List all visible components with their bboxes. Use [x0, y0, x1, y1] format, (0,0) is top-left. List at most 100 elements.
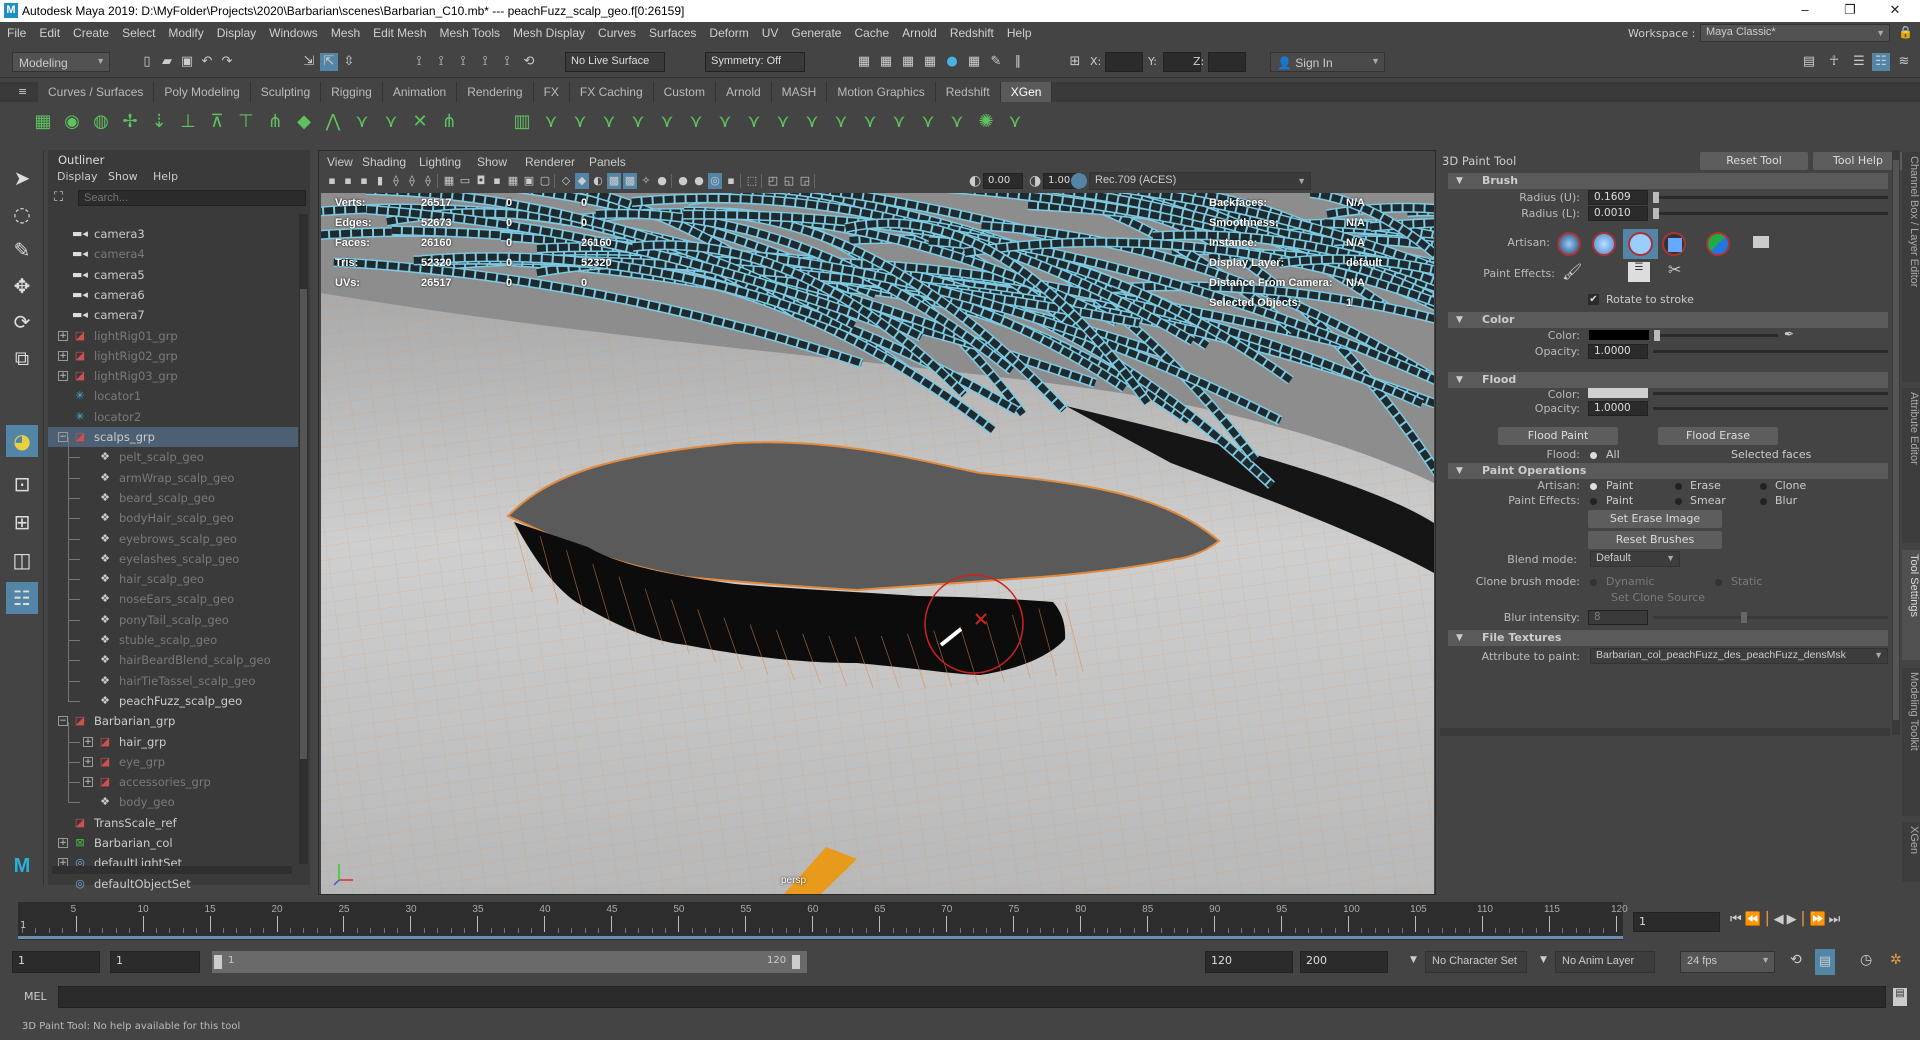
viewport-toolbar-icon[interactable]: ◐: [591, 173, 605, 189]
x-field[interactable]: [1105, 52, 1143, 72]
xgen-shelf-tool-icon[interactable]: ⋎: [378, 109, 404, 135]
viewport-menu-view[interactable]: View: [327, 155, 353, 169]
channel-box-icon[interactable]: ≋: [1895, 53, 1913, 71]
outliner-search-input[interactable]: [78, 190, 306, 206]
two-view-layout-icon[interactable]: ◫: [6, 544, 38, 576]
xgen-shelf-tool-icon[interactable]: ⋔: [262, 109, 288, 135]
menu-uv[interactable]: UV: [755, 22, 785, 40]
expand-icon[interactable]: +: [83, 736, 93, 747]
xgen-shelf-tool-icon[interactable]: ▥: [509, 109, 535, 135]
scrollbar-thumb[interactable]: [300, 289, 307, 759]
xgen-shelf-tool-icon[interactable]: ⋀: [320, 109, 346, 135]
folder-icon[interactable]: [1753, 236, 1769, 248]
outliner-item[interactable]: + ◪ accessories_grp: [48, 762, 298, 792]
lock-icon[interactable]: 🔒: [1898, 25, 1913, 39]
viewport-toolbar-icon[interactable]: ◲: [798, 173, 812, 189]
menu-edit-mesh[interactable]: Edit Mesh: [366, 22, 432, 40]
xgen-shelf-tool-icon[interactable]: ⋎: [683, 109, 709, 135]
menu-display[interactable]: Display: [210, 22, 262, 40]
pause-viewport-icon[interactable]: ∥: [1009, 53, 1027, 71]
viewport-toolbar-icon[interactable]: ▦: [442, 173, 456, 189]
transform-constraints-icon[interactable]: ⊞: [1066, 53, 1084, 71]
scrollbar-thumb[interactable]: [1893, 160, 1899, 720]
radius-l-field[interactable]: 0.0010: [1588, 206, 1648, 221]
viewport-toolbar-icon[interactable]: ▭: [458, 173, 472, 189]
xgen-shelf-tool-icon[interactable]: ⋎: [741, 109, 767, 135]
flood-opacity-field[interactable]: 1.0000: [1588, 401, 1648, 416]
flood-selected-faces-label[interactable]: Selected faces: [1731, 448, 1811, 461]
outliner-item[interactable]: ◪ TransScale_ref: [48, 813, 298, 833]
menuset-dropdown[interactable]: Modeling ▼: [12, 52, 110, 72]
range-end-handle[interactable]: [792, 955, 800, 969]
side-tab-tool-settings[interactable]: Tool Settings: [1902, 550, 1920, 660]
collapse-icon[interactable]: −: [58, 716, 68, 727]
opacity-slider[interactable]: [1653, 350, 1888, 353]
viewport-menu-panels[interactable]: Panels: [589, 155, 626, 169]
menu-surfaces[interactable]: Surfaces: [642, 22, 702, 40]
single-view-layout-icon[interactable]: ⊡: [6, 468, 38, 500]
viewport-toolbar-icon[interactable]: ▪: [325, 173, 339, 189]
range-slider[interactable]: 1 120: [212, 951, 807, 973]
opacity-field[interactable]: 1.0000: [1588, 344, 1648, 359]
side-tab-xgen[interactable]: XGen: [1902, 822, 1920, 882]
menu-cache[interactable]: Cache: [847, 22, 895, 40]
outliner-item[interactable]: ❖ peachFuzz_scalp_geo: [48, 680, 298, 711]
attribute-to-paint-dropdown[interactable]: Barbarian_col_peachFuzz_des_peachFuzz_de…: [1590, 648, 1888, 664]
radius-u-slider[interactable]: [1653, 196, 1888, 199]
outliner-scrollbar[interactable]: [299, 214, 308, 864]
viewport-toolbar-icon[interactable]: ◇: [559, 173, 573, 189]
script-editor-icon[interactable]: ▤: [1893, 988, 1907, 1006]
artisan-erase-radio[interactable]: [1675, 483, 1682, 490]
color-management-icon[interactable]: [1071, 173, 1087, 189]
outliner-item[interactable]: ❖ eyelashes_scalp_geo: [48, 538, 298, 569]
viewport-toolbar-icon[interactable]: ▪: [357, 173, 371, 189]
outliner-h-scrollbar[interactable]: [52, 866, 292, 874]
paint-color-slider[interactable]: [1653, 334, 1778, 337]
flood-erase-button[interactable]: Flood Erase: [1658, 427, 1778, 445]
paint-select-tool-icon[interactable]: ✎: [6, 234, 38, 266]
xgen-shelf-tool-icon[interactable]: ⋎: [828, 109, 854, 135]
gamma-icon[interactable]: ◑: [1029, 173, 1041, 189]
menu-windows[interactable]: Windows: [262, 22, 324, 40]
hypershade-icon[interactable]: ●: [943, 53, 961, 71]
lasso-tool-icon[interactable]: ◌: [6, 198, 38, 230]
render-settings-icon[interactable]: ▦: [921, 53, 939, 71]
outliner-item[interactable]: + ⊠ Barbarian_col: [48, 833, 298, 853]
select-tool-icon[interactable]: ➤: [6, 162, 38, 194]
snap-point-icon[interactable]: ⟟: [454, 53, 472, 71]
current-frame-field[interactable]: 1: [1633, 912, 1720, 932]
blend-mode-dropdown[interactable]: Default ▼: [1590, 551, 1680, 567]
brush-profile-gaussian-icon[interactable]: [1557, 232, 1581, 256]
paint-effects-brush-icon[interactable]: 🖌: [1562, 262, 1582, 281]
brush-profile-soft-icon[interactable]: [1592, 232, 1616, 256]
artisan-paint-radio[interactable]: [1590, 483, 1597, 490]
tool-settings-h-scrollbar[interactable]: [1440, 728, 1890, 736]
shelf-menu-icon[interactable]: ≡: [18, 85, 27, 98]
viewport-toolbar-icon[interactable]: ▦: [506, 173, 520, 189]
play-forwards-icon[interactable]: ▶: [1787, 912, 1800, 927]
attribute-editor-icon[interactable]: ☰: [1850, 53, 1868, 71]
maximize-button[interactable]: ❐: [1830, 2, 1870, 20]
collapse-icon[interactable]: −: [58, 432, 68, 442]
side-tab-modeling-toolkit[interactable]: Modeling Toolkit: [1902, 668, 1920, 816]
menu-help[interactable]: Help: [1000, 22, 1038, 40]
chevron-down-icon[interactable]: ▼: [1410, 955, 1417, 965]
xgen-shelf-tool-icon[interactable]: ⋎: [538, 109, 564, 135]
xgen-shelf-tool-icon[interactable]: ⋎: [770, 109, 796, 135]
viewport-toolbar-icon[interactable]: ▪: [724, 173, 738, 189]
auto-key-icon[interactable]: ▤: [1815, 949, 1835, 975]
select-hierarchy-icon[interactable]: ⇲: [300, 53, 318, 71]
new-scene-icon[interactable]: ▯: [138, 53, 156, 71]
mel-command-input[interactable]: [58, 986, 1886, 1008]
paint-color-slider-handle[interactable]: [1654, 330, 1660, 341]
xgen-shelf-tool-icon[interactable]: ⇣: [146, 109, 172, 135]
expand-icon[interactable]: +: [58, 371, 68, 382]
viewport-toolbar-icon[interactable]: ▩: [623, 173, 637, 189]
shelf-tab-xgen[interactable]: XGen: [1000, 82, 1053, 102]
viewport-toolbar-icon[interactable]: ◰: [766, 173, 780, 189]
paint-effects-template-icon[interactable]: ☰: [1628, 262, 1650, 282]
viewport-toolbar-icon[interactable]: ▪: [490, 173, 504, 189]
radius-l-slider-handle[interactable]: [1653, 208, 1659, 219]
animation-start-field[interactable]: 1: [12, 951, 100, 973]
pe-paint-radio[interactable]: [1590, 498, 1597, 505]
